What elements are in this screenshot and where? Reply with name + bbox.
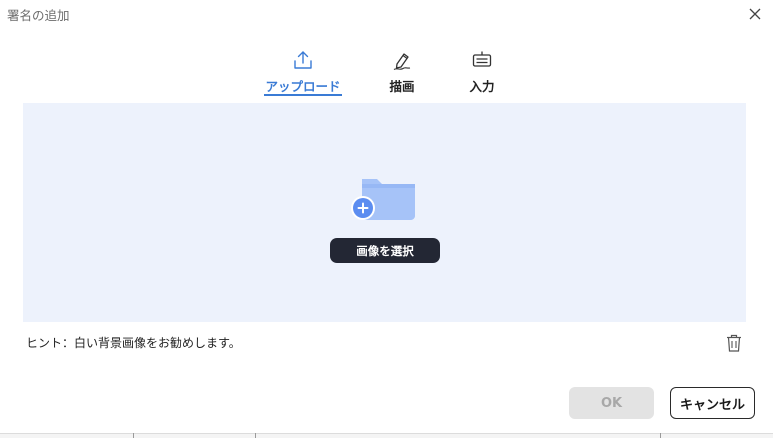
active-tab-indicator xyxy=(264,94,342,96)
folder-add-icon[interactable] xyxy=(349,176,417,222)
tab-type[interactable]: 入力 xyxy=(462,48,502,95)
edge-divider xyxy=(133,433,134,438)
tab-upload-label: アップロード xyxy=(265,79,341,94)
keyboard-icon xyxy=(470,48,494,72)
tab-type-label: 入力 xyxy=(469,79,495,94)
tab-draw-label: 描画 xyxy=(389,79,415,94)
hint-text: ヒント：白い背景画像をお勧めします。 xyxy=(26,336,241,350)
upload-icon xyxy=(291,48,315,72)
select-image-button[interactable]: 画像を選択 xyxy=(330,238,440,263)
cancel-button[interactable]: キャンセル xyxy=(670,387,755,419)
signature-tabs: アップロード 描画 入力 xyxy=(0,48,773,100)
add-signature-dialog: 署名の追加 アップロード 描画 入力 画像を選択 ヒント：白い背景画像をお勧めし… xyxy=(0,0,773,438)
delete-button[interactable] xyxy=(724,332,744,354)
close-button[interactable] xyxy=(747,6,763,22)
trash-icon xyxy=(727,334,741,352)
dialog-title: 署名の追加 xyxy=(7,8,70,23)
tab-draw[interactable]: 描画 xyxy=(382,48,422,95)
tab-upload[interactable]: アップロード xyxy=(265,48,341,95)
ok-button[interactable]: OK xyxy=(569,387,654,419)
close-icon xyxy=(749,8,761,20)
edge-divider xyxy=(255,433,256,438)
window-bottom-edge xyxy=(0,433,773,438)
edge-divider xyxy=(660,433,661,438)
pen-draw-icon xyxy=(390,48,414,72)
